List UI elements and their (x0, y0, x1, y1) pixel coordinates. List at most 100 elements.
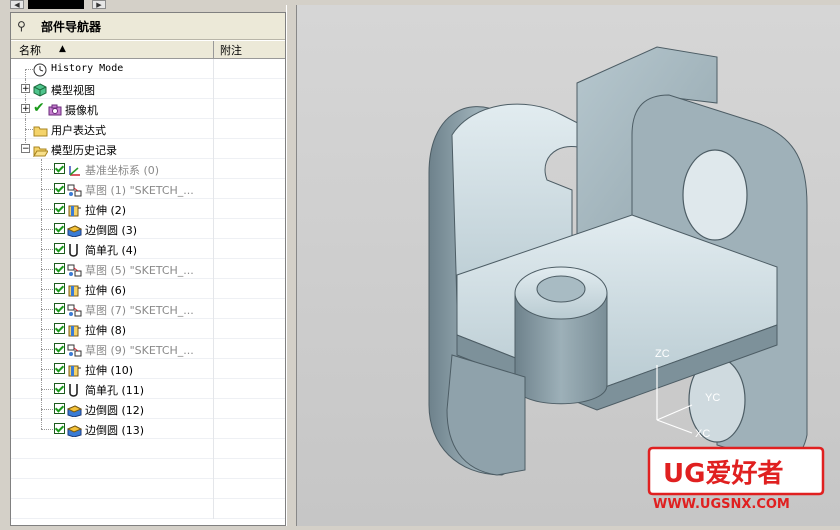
clock-icon (33, 62, 47, 77)
feature-checkbox[interactable] (54, 223, 65, 234)
tree-item-label: 简单孔 (11) (85, 384, 145, 397)
feature-checkbox[interactable] (54, 163, 65, 174)
feature-checkbox[interactable] (54, 263, 65, 274)
tree-item-label: 简单孔 (4) (85, 244, 138, 257)
feature-checkbox[interactable] (54, 283, 65, 294)
tree-row[interactable]: 拉伸 (8) (11, 319, 285, 339)
collapse-icon[interactable]: − (21, 144, 30, 154)
tree-row[interactable]: 草图 (1) "SKETCH_... (11, 179, 285, 199)
feature-checkbox[interactable] (54, 363, 65, 374)
empty-row (11, 479, 285, 499)
tree-guide-line (41, 419, 42, 429)
tree-row[interactable]: 简单孔 (4) (11, 239, 285, 259)
tree-row[interactable]: 边倒圆 (12) (11, 399, 285, 419)
tree-row[interactable]: 拉伸 (6) (11, 279, 285, 299)
tree-item-label: 拉伸 (2) (85, 204, 127, 217)
column-divider (213, 139, 214, 159)
axis-zc-label: ZC (655, 348, 670, 360)
column-divider (213, 499, 214, 519)
tree-item-label: 边倒圆 (13) (85, 424, 145, 437)
tree-row[interactable]: 边倒圆 (13) (11, 419, 285, 439)
top-tab-strip: ◀ ▶ (0, 0, 300, 10)
tree-item-label: 拉伸 (8) (85, 324, 127, 337)
axis-yc-label: YC (705, 392, 720, 404)
tree-item-label: 草图 (9) "SKETCH_... (85, 344, 194, 357)
tree-item-label: 拉伸 (6) (85, 284, 127, 297)
column-divider (213, 179, 214, 199)
tree-row[interactable]: − 模型历史记录 (11, 139, 285, 159)
tree-row[interactable]: 简单孔 (11) (11, 379, 285, 399)
tree-row[interactable]: 基准坐标系 (0) (11, 159, 285, 179)
feature-checkbox[interactable] (54, 343, 65, 354)
column-divider (213, 199, 214, 219)
tree-guide-line (41, 329, 53, 330)
tree-item-label: 边倒圆 (12) (85, 404, 145, 417)
tree-guide-line (41, 249, 53, 250)
feature-checkbox[interactable] (54, 383, 65, 394)
tree-row[interactable]: 拉伸 (10) (11, 359, 285, 379)
tree-guide-line (41, 289, 53, 290)
feature-checkbox[interactable] (54, 423, 65, 434)
feature-checkbox[interactable] (54, 303, 65, 314)
column-divider[interactable] (213, 41, 214, 58)
watermark-badge: UG爱好者 WWW.UGSNX.COM (645, 444, 827, 514)
expand-icon[interactable]: + (21, 104, 30, 114)
camera-icon (47, 102, 62, 116)
folder-icon (33, 122, 48, 137)
tree-item-label: 模型视图 (51, 84, 95, 97)
tree-row[interactable]: + ✔ 摄像机 (11, 99, 285, 119)
tree-guide-line (41, 369, 53, 370)
hole-icon (67, 242, 81, 257)
tree-item-label: History Mode (51, 63, 124, 74)
tree-row[interactable]: 草图 (5) "SKETCH_... (11, 259, 285, 279)
expand-icon[interactable]: + (21, 84, 30, 94)
sort-ascending-icon: ▲ (59, 44, 66, 54)
tree-guide-line (25, 69, 33, 70)
feature-checkbox[interactable] (54, 403, 65, 414)
visible-check-icon[interactable]: ✔ (33, 100, 45, 116)
edge-blend-icon (66, 402, 83, 418)
column-divider (213, 239, 214, 259)
tab-area (28, 0, 84, 9)
column-divider (213, 399, 214, 419)
tree-item-label: 草图 (7) "SKETCH_... (85, 304, 194, 317)
feature-checkbox[interactable] (54, 323, 65, 334)
column-divider (213, 319, 214, 339)
sketch-icon (67, 182, 82, 197)
watermark-url: WWW.UGSNX.COM (653, 497, 790, 512)
tree-item-label: 边倒圆 (3) (85, 224, 138, 237)
column-divider (213, 279, 214, 299)
feature-checkbox[interactable] (54, 183, 65, 194)
tree-guide-line (25, 129, 33, 130)
tree-guide-line (41, 209, 53, 210)
column-divider (213, 79, 214, 99)
scroll-left-icon[interactable]: ◀ (10, 0, 24, 9)
feature-checkbox[interactable] (54, 243, 65, 254)
scroll-right-icon[interactable]: ▶ (92, 0, 106, 9)
column-divider (213, 259, 214, 279)
tree-row[interactable]: 拉伸 (2) (11, 199, 285, 219)
tree-row[interactable]: + 模型视图 (11, 79, 285, 99)
tree-item-label: 用户表达式 (51, 124, 106, 137)
column-note[interactable]: 附注 (220, 42, 242, 58)
column-divider (213, 359, 214, 379)
column-divider (213, 419, 214, 439)
tree-item-label: 拉伸 (10) (85, 364, 134, 377)
empty-row (11, 499, 285, 519)
tree-row[interactable]: 草图 (7) "SKETCH_... (11, 299, 285, 319)
column-divider (213, 439, 214, 459)
column-divider (213, 59, 214, 79)
column-name[interactable]: 名称 (19, 42, 41, 58)
tree-row[interactable]: History Mode (11, 59, 285, 79)
tree-row[interactable]: 草图 (9) "SKETCH_... (11, 339, 285, 359)
pin-icon[interactable]: ⚲ (17, 19, 26, 33)
tree-item-label: 草图 (5) "SKETCH_... (85, 264, 194, 277)
boss-hole (536, 275, 586, 303)
column-divider (213, 119, 214, 139)
tree-row[interactable]: 用户表达式 (11, 119, 285, 139)
model-views-icon (33, 82, 47, 97)
sketch-icon (67, 342, 82, 357)
feature-checkbox[interactable] (54, 203, 65, 214)
tree-row[interactable]: 边倒圆 (3) (11, 219, 285, 239)
part-navigator-panel: ⚲ 部件导航器 名称 ▲ 附注 History Mode + 模型视图 + ✔ 摄像机 用户… (10, 12, 286, 526)
